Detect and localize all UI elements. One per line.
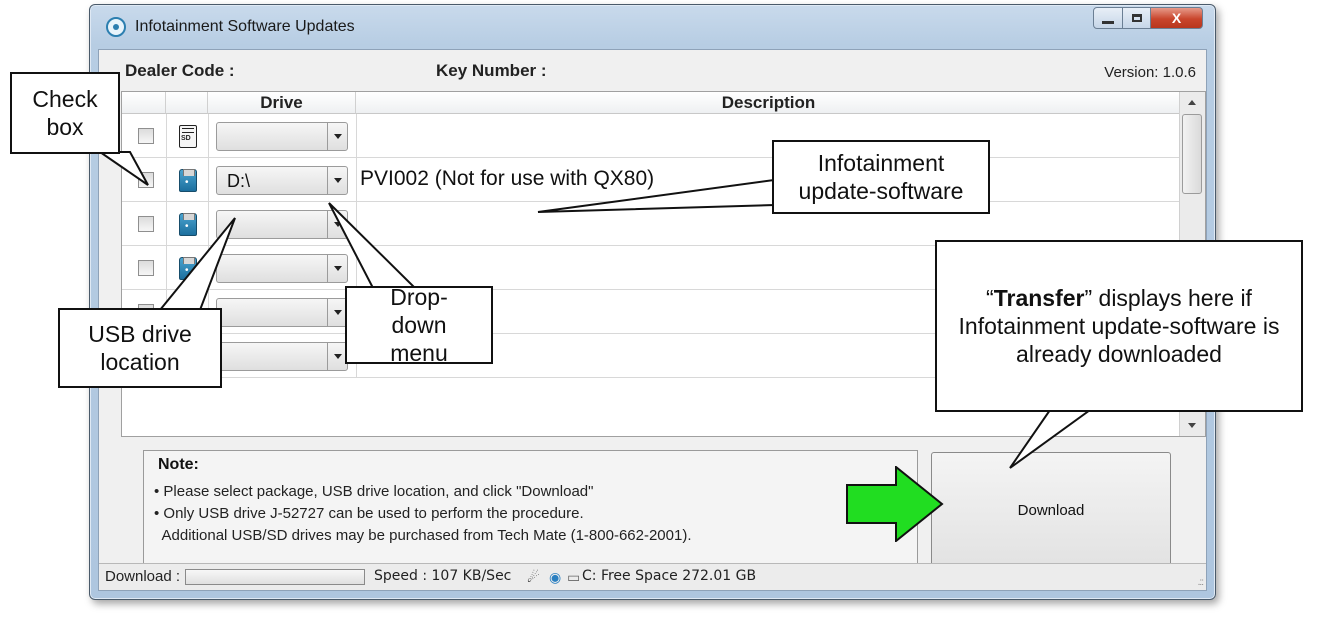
row-checkbox[interactable] [138,216,154,232]
speed-label: Speed : 107 KB/Sec [374,568,512,584]
status-bar: Download : Speed : 107 KB/Sec ☄ ◉ ▭ C: F… [99,563,1206,590]
chevron-down-icon[interactable] [327,343,347,370]
minimize-icon [1102,20,1114,24]
callout-drop-down-text: Drop-down menu [390,284,448,366]
callout-infotainment: Infotainment update-software [772,140,990,214]
scroll-up-icon[interactable] [1188,100,1196,105]
callout-check-box-text: Check box [32,86,98,140]
scroll-thumb[interactable] [1182,114,1202,194]
download-button[interactable]: Download [931,452,1171,569]
close-icon: X [1171,10,1182,26]
scroll-down-icon[interactable] [1188,423,1196,428]
drive-dropdown[interactable] [216,122,348,151]
dealer-code-label: Dealer Code : [125,61,235,80]
usb-drive-icon [179,169,197,192]
drive-value: D:\ [227,171,251,191]
column-header-icon[interactable] [166,92,208,114]
row-checkbox[interactable] [138,128,154,144]
maximize-button[interactable] [1123,7,1151,29]
globe-icon: ◉ [549,569,562,585]
chevron-down-icon[interactable] [327,255,347,282]
chevron-down-icon[interactable] [327,167,347,194]
column-header-description[interactable]: Description [356,92,1182,114]
drive-dropdown[interactable] [216,298,348,327]
satellite-icon: ☄ [527,569,540,585]
hard-drive-icon: ▭ [567,569,581,585]
table-row[interactable]: D:\ PVI002 (Not for use with QX80) [122,158,1182,202]
note-line: • Only USB drive J-52727 can be used to … [154,505,584,522]
note-title: Note: [158,456,199,473]
resize-grip-icon[interactable]: .:: [1198,577,1204,588]
callout-drop-down: Drop-down menu [345,284,493,366]
usb-drive-icon [179,257,197,280]
window-title: Infotainment Software Updates [135,18,355,35]
download-progress-label: Download : [105,568,181,585]
app-icon [106,17,126,37]
row-checkbox[interactable] [138,260,154,276]
callout-transfer: “Transfer” displays here if Infotainment… [935,240,1303,412]
sd-card-icon: SD [179,125,197,148]
column-header-check[interactable] [122,92,166,114]
chevron-down-icon[interactable] [327,123,347,150]
download-progress-bar [185,569,365,585]
usb-drive-icon [179,213,197,236]
callout-usb-location: USB drive location [58,308,222,388]
chevron-down-icon[interactable] [327,299,347,326]
key-number-label: Key Number : [436,61,547,80]
drive-dropdown[interactable] [216,342,348,371]
callout-check-box: Check box [10,72,120,154]
note-panel: Note: • Please select package, USB drive… [143,450,918,568]
callout-infotainment-text: Infotainment update-software [798,150,964,204]
drive-dropdown[interactable] [216,254,348,283]
note-line: • Please select package, USB drive locat… [154,483,594,500]
note-line: Additional USB/SD drives may be purchase… [154,527,692,544]
free-space-label: C: Free Space 272.01 GB [582,568,757,584]
description-cell: PVI002 (Not for use with QX80) [360,167,655,190]
callout-transfer-text: “Transfer” displays here if Infotainment… [958,285,1280,367]
table-row[interactable]: SD [122,114,1182,158]
callout-usb-location-text: USB drive location [88,321,192,375]
row-checkbox[interactable] [138,172,154,188]
title-bar[interactable]: Infotainment Software Updates X [90,5,1215,49]
version-label: Version: 1.0.6 [1104,64,1196,81]
maximize-icon [1131,14,1142,22]
column-header-drive[interactable]: Drive [208,92,356,114]
green-arrow-icon [846,466,944,542]
window-controls: X [1093,7,1203,31]
drive-dropdown[interactable]: D:\ [216,166,348,195]
drive-dropdown[interactable] [216,210,348,239]
close-button[interactable]: X [1151,7,1203,29]
chevron-down-icon[interactable] [327,211,347,238]
minimize-button[interactable] [1093,7,1123,29]
